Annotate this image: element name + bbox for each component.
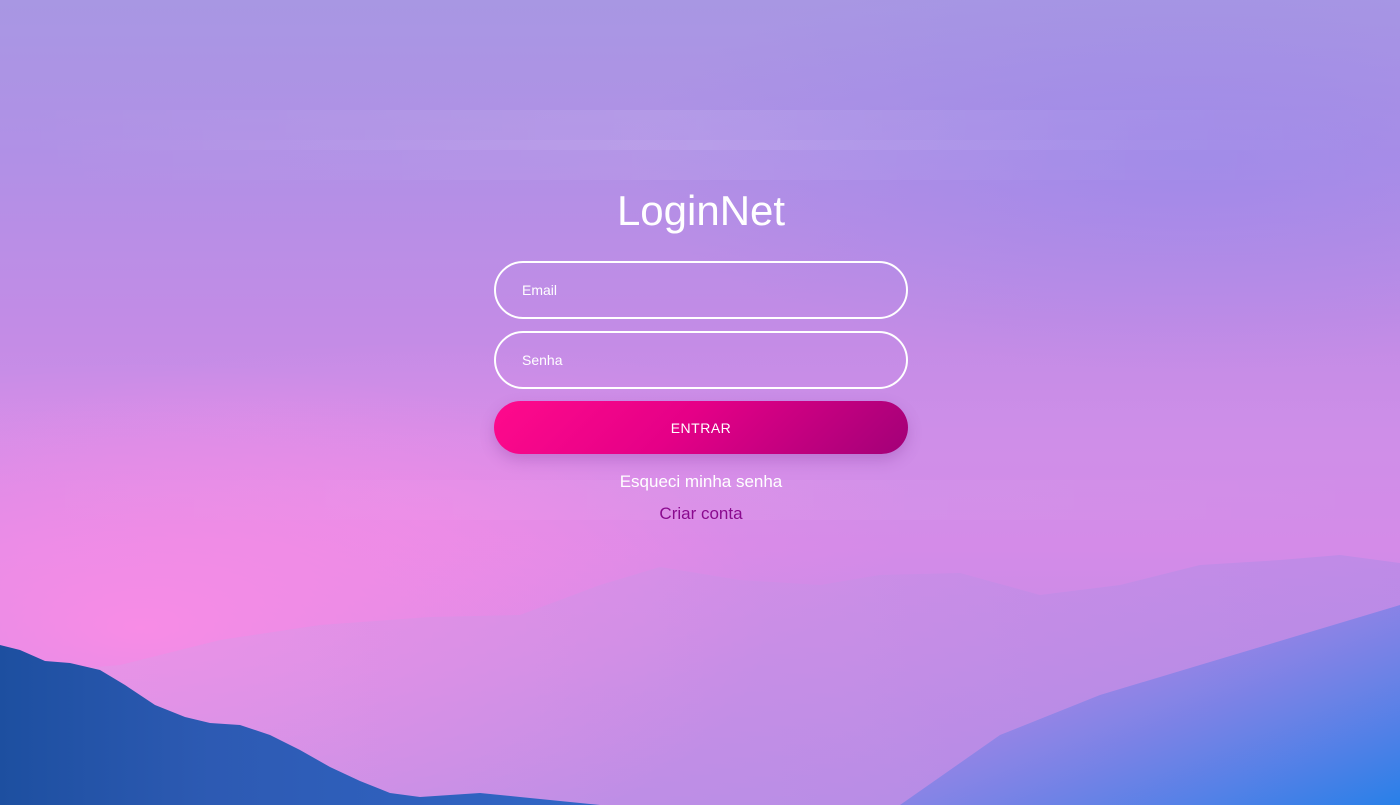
login-button[interactable]: ENTRAR [494,401,908,454]
forgot-password-link[interactable]: Esqueci minha senha [494,466,908,498]
email-input[interactable] [494,261,908,319]
create-account-link[interactable]: Criar conta [494,498,908,530]
login-panel: LoginNet ENTRAR Esqueci minha senha Cria… [494,180,908,530]
sky-streak [0,140,1400,180]
app-title: LoginNet [616,187,786,234]
mountain-silhouette [0,555,1400,805]
password-input[interactable] [494,331,908,389]
